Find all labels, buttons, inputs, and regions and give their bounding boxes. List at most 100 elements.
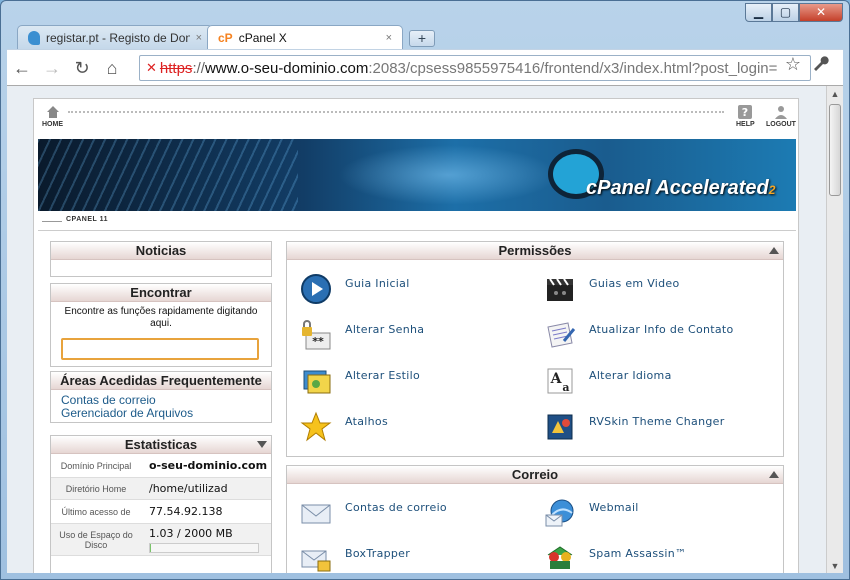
- address-bar[interactable]: ✕ https://www.o-seu-dominio.com:2083/cps…: [139, 55, 811, 81]
- stats-row: Uso de Espaço do Disco 1.03 / 2000 MB: [51, 524, 271, 556]
- item-atalhos[interactable]: Atalhos: [299, 410, 539, 444]
- logout-link[interactable]: LOGOUT: [766, 105, 796, 128]
- item-label: Guia Inicial: [345, 277, 410, 290]
- item-alterar-idioma[interactable]: Aa Alterar Idioma: [543, 364, 783, 398]
- nav-divider: [68, 111, 724, 113]
- stats-value-disk: 1.03 / 2000 MB: [141, 527, 271, 553]
- item-label: RVSkin Theme Changer: [589, 415, 725, 428]
- frequent-header: Áreas Acedidas Frequentemente: [51, 372, 271, 390]
- item-label: BoxTrapper: [345, 547, 411, 560]
- svg-text:**: **: [312, 335, 324, 348]
- item-contas-correio[interactable]: Contas de correio: [299, 496, 539, 530]
- tab-strip: registar.pt - Registo de Don × cP cPanel…: [17, 25, 435, 49]
- home-link[interactable]: HOME: [42, 105, 63, 128]
- url-path: :2083/cpsess9855975416/frontend/x3/index…: [368, 59, 778, 77]
- home-icon: [46, 106, 59, 118]
- item-spam-assassin[interactable]: Spam Assassin™: [543, 542, 783, 573]
- item-webmail[interactable]: Webmail: [543, 496, 783, 530]
- stats-title: Estatisticas: [124, 437, 198, 452]
- cpanel-version-bar: CPANEL 11: [38, 213, 796, 231]
- home-button[interactable]: ⌂: [97, 54, 127, 82]
- scrollbar-thumb[interactable]: [829, 104, 841, 196]
- spam-assassin-icon: [543, 542, 577, 573]
- tab-cpanel[interactable]: cP cPanel X ×: [207, 25, 403, 49]
- noticias-panel: Noticias: [50, 241, 272, 277]
- cpanel-banner: cPanel Accelerated2: [38, 139, 796, 211]
- scroll-down-arrow-icon[interactable]: ▼: [827, 558, 843, 573]
- cpanel-version-label: CPANEL 11: [66, 216, 108, 223]
- permissoes-panel: Permissões Guia Inicial Guias em Video *…: [286, 241, 784, 457]
- forward-button[interactable]: →: [37, 54, 67, 82]
- cpanel-top-nav: HOME ? HELP LOGOUT: [38, 105, 796, 135]
- correio-header[interactable]: Correio: [287, 466, 783, 484]
- noticias-header: Noticias: [51, 242, 271, 260]
- url-separator: ://: [192, 59, 205, 77]
- svg-text:a: a: [562, 381, 569, 394]
- encontrar-search-input[interactable]: [61, 338, 259, 360]
- reload-button[interactable]: ↻: [67, 54, 97, 82]
- help-link[interactable]: ? HELP: [736, 105, 755, 128]
- disk-usage-fill: [150, 543, 152, 552]
- bookmark-star-icon[interactable]: ☆: [785, 54, 801, 75]
- stats-key: Diretório Home: [65, 483, 127, 494]
- item-alterar-estilo[interactable]: Alterar Estilo: [299, 364, 539, 398]
- page-viewport: HOME ? HELP LOGOUT cPanel Accelerated2 C…: [7, 85, 843, 573]
- collapse-up-icon[interactable]: [769, 247, 779, 254]
- svg-text:A: A: [550, 371, 563, 387]
- permissoes-header[interactable]: Permissões: [287, 242, 783, 260]
- stats-key: Domínio Principal: [60, 460, 132, 471]
- permissoes-title: Permissões: [498, 243, 572, 258]
- disk-usage-text: 1.03 / 2000 MB: [149, 526, 233, 540]
- item-label: Webmail: [589, 501, 639, 514]
- stats-key: Uso de Espaço do Disco: [59, 529, 133, 550]
- tab-title: registar.pt - Registo de Don: [46, 30, 190, 45]
- item-guia-inicial[interactable]: Guia Inicial: [299, 272, 539, 306]
- scroll-up-arrow-icon[interactable]: ▲: [827, 86, 843, 102]
- vertical-scrollbar[interactable]: ▲ ▼: [826, 86, 843, 573]
- url-host: www.o-seu-dominio.com: [204, 59, 369, 77]
- item-rvskin-theme[interactable]: RVSkin Theme Changer: [543, 410, 783, 444]
- collapse-up-icon[interactable]: [769, 471, 779, 478]
- encontrar-panel: Encontrar Encontre as funções rapidament…: [50, 283, 272, 367]
- banner-world-map-graphic: [338, 145, 558, 205]
- stats-row: Domínio Principal o-seu-dominio.com: [51, 454, 271, 478]
- stats-value: /home/utilizad: [149, 482, 228, 495]
- cpanel-page: HOME ? HELP LOGOUT cPanel Accelerated2 C…: [33, 98, 799, 573]
- wrench-menu-icon[interactable]: [811, 54, 829, 77]
- item-label: Spam Assassin™: [589, 547, 687, 560]
- logout-user-icon: [774, 106, 787, 119]
- item-boxtrapper[interactable]: BoxTrapper: [299, 542, 539, 573]
- banner-cables-graphic: [38, 139, 298, 211]
- collapse-down-icon[interactable]: [257, 441, 267, 448]
- webmail-globe-icon: [543, 496, 577, 530]
- password-lock-icon: **: [299, 318, 333, 352]
- play-icon: [299, 272, 333, 306]
- maximize-button[interactable]: ▢: [772, 3, 799, 22]
- item-atualizar-contato[interactable]: Atualizar Info de Contato: [543, 318, 783, 352]
- item-label: Atalhos: [345, 415, 388, 428]
- style-icon: [299, 364, 333, 398]
- home-label: HOME: [42, 121, 63, 128]
- stats-row: Último acesso de 77.54.92.138: [51, 500, 271, 524]
- language-icon: Aa: [543, 364, 577, 398]
- version-bar-line: [42, 221, 62, 222]
- tab-registar[interactable]: registar.pt - Registo de Don ×: [17, 25, 213, 49]
- stats-header[interactable]: Estatisticas: [51, 436, 271, 454]
- cpanel-logo-text: cPanel Accelerated2: [586, 177, 775, 200]
- item-alterar-senha[interactable]: ** Alterar Senha: [299, 318, 539, 352]
- close-window-button[interactable]: ✕: [799, 3, 843, 22]
- logo-sub: 2: [768, 183, 776, 197]
- item-label: Alterar Idioma: [589, 369, 672, 382]
- tab-close-icon[interactable]: ×: [386, 32, 392, 44]
- stats-panel: Estatisticas Domínio Principal o-seu-dom…: [50, 435, 272, 573]
- new-tab-button[interactable]: +: [409, 30, 435, 47]
- theme-icon: [543, 410, 577, 444]
- tab-close-icon[interactable]: ×: [196, 32, 202, 44]
- help-label: HELP: [736, 121, 755, 128]
- item-guias-video[interactable]: Guias em Video: [543, 272, 783, 306]
- minimize-button[interactable]: ▁: [745, 3, 772, 22]
- stats-value: o-seu-dominio.com: [149, 459, 268, 472]
- frequent-link-gerenciador-arquivos[interactable]: Gerenciador de Arquivos: [51, 407, 271, 420]
- back-button[interactable]: ←: [7, 54, 37, 82]
- browser-toolbar: ← → ↻ ⌂ ✕ https://www.o-seu-dominio.com:…: [7, 49, 843, 85]
